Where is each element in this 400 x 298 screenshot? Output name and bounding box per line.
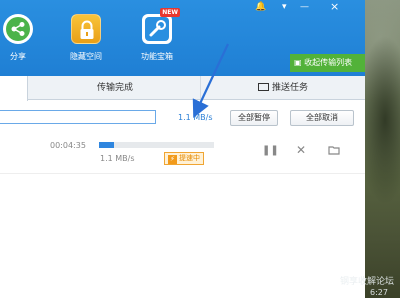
collapse-label: 收起传输列表 <box>304 58 353 67</box>
share-button[interactable]: 分享 <box>0 14 38 62</box>
time-remaining: 00:04:35 <box>50 141 86 150</box>
top-toolbar: 🔔 ▾ — × 分享 隐藏空间 NEW 功能宝箱 ▣ 收起传输列表 <box>0 0 365 76</box>
hidden-space-label: 隐藏空间 <box>70 52 102 61</box>
transfer-tabs: 传输完成 推送任务 <box>0 76 365 101</box>
cancel-all-button[interactable]: 全部取消 <box>290 110 354 126</box>
cancel-icon[interactable]: ✕ <box>296 143 306 157</box>
tab-downloading[interactable] <box>0 76 28 101</box>
bell-icon[interactable]: 🔔 <box>255 2 266 12</box>
watermark-time: 6:27 <box>370 288 388 297</box>
new-badge: NEW <box>160 8 180 17</box>
close-button[interactable]: × <box>330 0 339 13</box>
total-speed: 1.1 MB/s <box>178 113 213 122</box>
lock-icon <box>71 14 101 44</box>
tab-push-label: 推送任务 <box>271 83 308 93</box>
boost-label: 提速中 <box>179 154 200 162</box>
download-manager-window: 🔔 ▾ — × 分享 隐藏空间 NEW 功能宝箱 ▣ 收起传输列表 传输完成 推… <box>0 0 365 298</box>
collapse-icon: ▣ <box>294 58 305 67</box>
download-task-row[interactable]: 00:04:35 1.1 MB/s ⚡ 提速中 ❚❚ ✕ <box>0 132 365 174</box>
search-input[interactable] <box>0 110 156 124</box>
monitor-icon <box>257 83 269 91</box>
task-speed: 1.1 MB/s <box>100 154 135 163</box>
toolbox-label: 功能宝箱 <box>141 52 173 61</box>
lightning-icon: ⚡ <box>168 155 177 164</box>
progress-bar <box>99 142 214 148</box>
toolbox-icon: NEW <box>142 8 180 44</box>
hidden-space-button[interactable]: 隐藏空间 <box>66 14 106 62</box>
pause-icon[interactable]: ❚❚ <box>262 145 279 156</box>
collapse-transfer-list-button[interactable]: ▣ 收起传输列表 <box>290 54 365 72</box>
share-label: 分享 <box>10 52 26 61</box>
progress-fill <box>99 142 114 148</box>
tab-transfer-complete[interactable]: 传输完成 <box>30 76 200 100</box>
share-icon <box>3 14 33 44</box>
toolbox-button[interactable]: NEW 功能宝箱 <box>137 8 180 62</box>
boost-badge[interactable]: ⚡ 提速中 <box>164 152 204 165</box>
menu-icon[interactable]: ▾ <box>282 2 287 12</box>
minimize-button[interactable]: — <box>300 2 309 12</box>
speed-toolbar: 1.1 MB/s 全部暂停 全部取消 <box>0 102 365 130</box>
tab-push-tasks[interactable]: 推送任务 <box>200 76 365 100</box>
watermark-text: 钢享收解论坛 <box>340 277 395 287</box>
pause-all-button[interactable]: 全部暂停 <box>230 110 278 126</box>
folder-icon[interactable] <box>328 145 340 158</box>
